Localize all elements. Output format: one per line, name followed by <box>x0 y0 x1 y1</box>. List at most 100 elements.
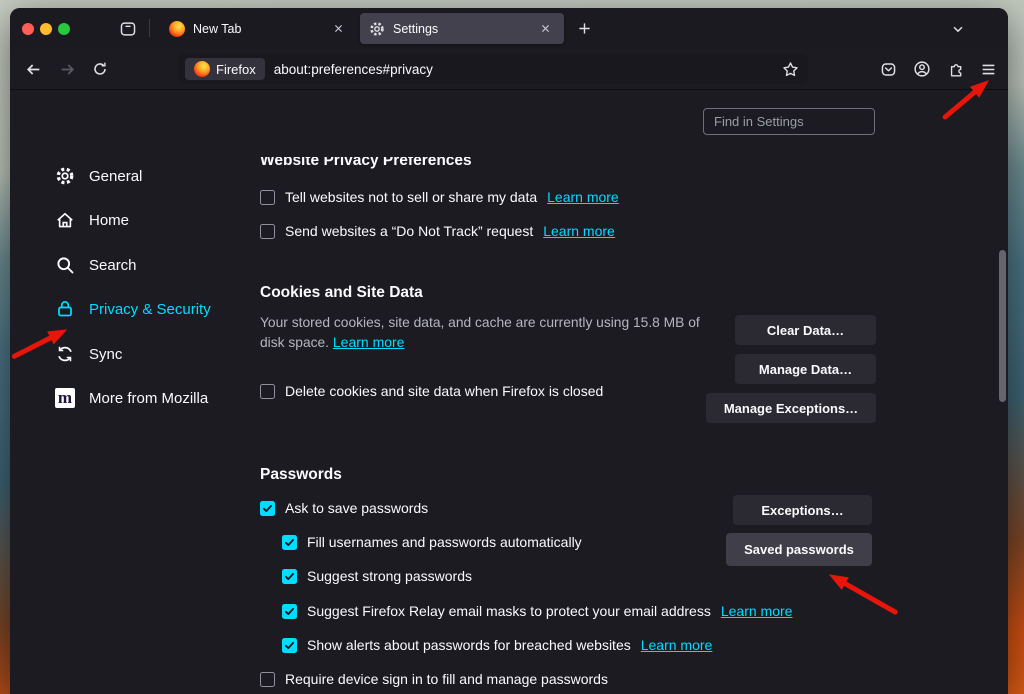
section-heading-passwords: Passwords <box>260 466 342 484</box>
account-button[interactable] <box>908 55 936 83</box>
checkbox-suggest-strong[interactable] <box>282 569 297 584</box>
tab-close-button[interactable] <box>328 19 348 39</box>
checkbox-require-device-signin[interactable] <box>260 672 275 687</box>
sync-icon <box>55 344 75 364</box>
manage-exceptions-button[interactable]: Manage Exceptions… <box>706 393 876 423</box>
reload-button[interactable] <box>86 55 114 83</box>
tab-close-button[interactable] <box>535 19 555 39</box>
site-identity-chip[interactable]: Firefox <box>185 58 265 80</box>
checkbox-label: Send websites a “Do Not Track” request <box>285 223 533 239</box>
cookies-description-text: Your stored cookies, site data, and cach… <box>260 315 700 350</box>
url-text: about:preferences#privacy <box>274 62 776 77</box>
checkbox-label: Tell websites not to sell or share my da… <box>285 189 537 205</box>
close-icon <box>333 23 344 34</box>
site-identity-label: Firefox <box>216 62 256 77</box>
pref-row-suggest-strong: Suggest strong passwords <box>282 566 472 586</box>
star-icon <box>782 61 799 78</box>
back-button[interactable] <box>19 55 47 83</box>
checkbox-breach-alerts[interactable] <box>282 638 297 653</box>
manage-data-button[interactable]: Manage Data… <box>735 354 876 384</box>
pref-row-delete-cookies: Delete cookies and site data when Firefo… <box>260 381 603 401</box>
pref-row-breach-alerts: Show alerts about passwords for breached… <box>282 635 712 655</box>
find-in-settings-input[interactable] <box>703 108 875 135</box>
pref-row-relay-masks: Suggest Firefox Relay email masks to pro… <box>282 601 792 621</box>
firefox-logo-icon <box>169 21 185 37</box>
sidebar-item-home[interactable]: Home <box>55 205 129 235</box>
sidebar-item-general[interactable]: General <box>55 161 142 191</box>
pref-row-ask-save-passwords: Ask to save passwords <box>260 498 428 518</box>
close-icon <box>540 23 551 34</box>
checkbox-label: Suggest strong passwords <box>307 568 472 584</box>
reload-icon <box>92 61 108 77</box>
sidebar-item-label: Privacy & Security <box>89 301 211 318</box>
plus-icon <box>577 21 592 36</box>
checkbox-label: Require device sign in to fill and manag… <box>285 671 608 687</box>
learn-more-link[interactable]: Learn more <box>547 189 619 205</box>
sidebar-item-search[interactable]: Search <box>55 250 137 280</box>
search-icon <box>55 255 75 275</box>
saved-passwords-button[interactable]: Saved passwords <box>726 533 872 566</box>
checkbox-label: Show alerts about passwords for breached… <box>307 637 631 653</box>
navigation-toolbar: Firefox about:preferences#privacy <box>10 48 1008 90</box>
bookmark-star-button[interactable] <box>776 55 804 83</box>
checkbox-delete-cookies[interactable] <box>260 384 275 399</box>
checkbox-fill-usernames[interactable] <box>282 535 297 550</box>
checkbox-label: Delete cookies and site data when Firefo… <box>285 383 603 399</box>
checkbox-do-not-track[interactable] <box>260 224 275 239</box>
menu-button[interactable] <box>974 55 1002 83</box>
firefox-view-button[interactable] <box>117 19 138 39</box>
check-icon <box>284 537 295 548</box>
mozilla-logo-icon: m <box>55 388 75 408</box>
back-icon <box>25 61 42 78</box>
chevron-down-icon <box>951 22 965 36</box>
pref-row-tell-websites: Tell websites not to sell or share my da… <box>260 187 619 207</box>
learn-more-link[interactable]: Learn more <box>641 637 713 653</box>
account-icon <box>913 60 931 78</box>
tab-title: New Tab <box>193 22 328 36</box>
pocket-icon <box>880 61 897 78</box>
tab-settings[interactable]: Settings <box>360 13 564 44</box>
check-icon <box>284 640 295 651</box>
close-window-button[interactable] <box>22 23 34 35</box>
section-heading: Website Privacy Preferences <box>260 157 660 170</box>
tab-new-tab[interactable]: New Tab <box>160 13 357 44</box>
checkbox-ask-save-passwords[interactable] <box>260 501 275 516</box>
checkbox-relay-masks[interactable] <box>282 604 297 619</box>
scrollbar-thumb[interactable] <box>999 250 1006 402</box>
section-website-privacy: Website Privacy Preferences <box>260 157 660 170</box>
firefox-view-icon <box>119 20 137 38</box>
forward-button[interactable] <box>53 55 81 83</box>
learn-more-link[interactable]: Learn more <box>721 603 793 619</box>
zoom-window-button[interactable] <box>58 23 70 35</box>
clear-data-button[interactable]: Clear Data… <box>735 315 876 345</box>
pref-row-do-not-track: Send websites a “Do Not Track” request L… <box>260 221 615 241</box>
minimize-window-button[interactable] <box>40 23 52 35</box>
password-exceptions-button[interactable]: Exceptions… <box>733 495 872 525</box>
tab-list-dropdown-button[interactable] <box>946 17 970 40</box>
url-bar[interactable]: Firefox about:preferences#privacy <box>178 54 808 84</box>
pref-row-require-device-signin: Require device sign in to fill and manag… <box>260 669 608 689</box>
sidebar-item-label: General <box>89 168 142 185</box>
check-icon <box>262 503 273 514</box>
pref-row-fill-usernames: Fill usernames and passwords automatical… <box>282 532 582 552</box>
checkbox-label: Fill usernames and passwords automatical… <box>307 534 582 550</box>
new-tab-button[interactable] <box>572 17 596 40</box>
gear-icon <box>55 166 75 186</box>
sidebar-item-label: More from Mozilla <box>89 390 208 407</box>
tab-title: Settings <box>393 22 535 36</box>
pocket-button[interactable] <box>874 55 902 83</box>
home-icon <box>55 210 75 230</box>
extensions-button[interactable] <box>941 55 969 83</box>
learn-more-link[interactable]: Learn more <box>543 223 615 239</box>
checkbox-tell-websites[interactable] <box>260 190 275 205</box>
sidebar-item-sync[interactable]: Sync <box>55 339 122 369</box>
sidebar-item-label: Search <box>89 257 137 274</box>
gear-icon <box>369 21 385 37</box>
tab-divider <box>149 19 150 37</box>
sidebar-item-more-from-mozilla[interactable]: m More from Mozilla <box>55 383 208 413</box>
learn-more-link[interactable]: Learn more <box>333 334 405 350</box>
sidebar-item-privacy-security[interactable]: Privacy & Security <box>55 294 211 324</box>
check-icon <box>284 606 295 617</box>
hamburger-menu-icon <box>980 61 997 78</box>
desktop-wallpaper: New Tab Settings <box>0 0 1024 694</box>
